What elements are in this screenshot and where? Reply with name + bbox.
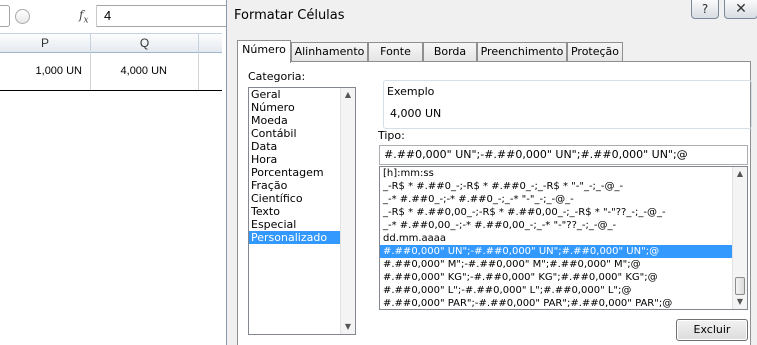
name-box[interactable] [0,5,10,27]
fx-subscript: x [83,15,89,26]
number-tab-panel: Categoria: Geral Número Moeda Contábil Data H… [237,61,752,345]
example-group [383,80,752,129]
formula-bar: fx 4 [0,5,226,27]
help-button[interactable]: ? [691,0,719,19]
format-list-scrollbar[interactable]: ▲ ▼ [732,167,747,309]
example-label: Exemplo [387,85,435,98]
format-code-item[interactable]: #.##0,000" L";-#.##0,000" L";#.##0,000" … [380,284,747,297]
format-code-item[interactable]: dd.mm.aaaa [380,232,747,245]
name-box-scroll-button[interactable] [15,9,30,24]
formula-input-frame[interactable] [96,5,226,27]
format-code-list[interactable]: [h]:mm:ss _-R$ * #.##0_-;-R$ * #.##0_-;_-… [379,166,748,310]
format-code-item[interactable]: _-* #.##0,00_-;-* #.##0,00_-;_-* "-"??_-… [380,219,747,232]
type-label: Tipo: [378,129,405,142]
worksheet-row: 1,000 UN 4,000 UN [0,53,222,91]
category-label: Categoria: [248,70,306,83]
cell-q[interactable]: 4,000 UN [91,53,199,90]
insert-function-icon[interactable]: fx [79,8,89,25]
column-headers: P Q [0,33,222,53]
close-icon: ✕ [735,1,747,17]
scrollbar-thumb[interactable] [735,277,745,295]
formula-bar-divider [96,5,97,27]
format-code-item[interactable]: #.##0,000" PAR";-#.##0,000" PAR";#.##0,0… [380,297,747,309]
tab-fonte[interactable]: Fonte [368,42,423,62]
tab-preenchimento[interactable]: Preenchimento [477,42,567,62]
close-button[interactable]: ✕ [724,0,757,19]
category-list[interactable]: Geral Número Moeda Contábil Data Hora Porcenta… [248,87,356,335]
format-code-item[interactable]: _-R$ * #.##0,00_-;-R$ * #.##0,00_-;_-R$ … [380,206,747,219]
format-code-item[interactable]: _-* #.##0_-;-* #.##0_-;_-* "-"_-;_-@_- [380,193,747,206]
dialog-title: Formatar Células [234,8,345,23]
format-code-item[interactable]: #.##0,000" KG";-#.##0,000" KG";#.##0,000… [380,271,747,284]
tab-numero[interactable]: Número [237,40,291,63]
format-code-item[interactable]: #.##0,000" M";-#.##0,000" M";#.##0,000" … [380,258,747,271]
tab-protecao[interactable]: Proteção [567,42,623,62]
example-value: 4,000 UN [390,107,442,120]
help-icon: ? [701,2,709,16]
tab-alinhamento[interactable]: Alinhamento [291,42,368,62]
scroll-up-icon[interactable]: ▲ [341,88,355,102]
column-header-q[interactable]: Q [91,34,199,53]
format-code-item[interactable]: [h]:mm:ss [380,167,747,180]
scroll-up-icon[interactable]: ▲ [733,167,747,181]
format-code-item[interactable]: #.##0,000" UN";-#.##0,000" UN";#.##0,000… [380,245,747,258]
scroll-down-icon[interactable]: ▼ [733,295,747,309]
cell-p[interactable]: 1,000 UN [0,53,91,90]
tab-borda[interactable]: Borda [423,42,477,62]
formula-input[interactable]: 4 [104,8,111,23]
delete-button[interactable]: Excluir [676,319,748,341]
type-input[interactable]: #.##0,000" UN";-#.##0,000" UN";#.##0,000… [379,145,748,165]
format-cells-dialog: Formatar Células ? ✕ Número Alinhamento … [226,0,757,345]
format-code-item[interactable]: _-R$ * #.##0_-;-R$ * #.##0_-;_-R$ * "-"_… [380,180,747,193]
category-scrollbar[interactable]: ▲ ▼ [340,88,355,334]
scroll-down-icon[interactable]: ▼ [341,320,355,334]
column-header-p[interactable]: P [0,34,91,53]
excel-worksheet: fx 4 P Q 1,000 UN 4,000 UN [0,0,226,345]
